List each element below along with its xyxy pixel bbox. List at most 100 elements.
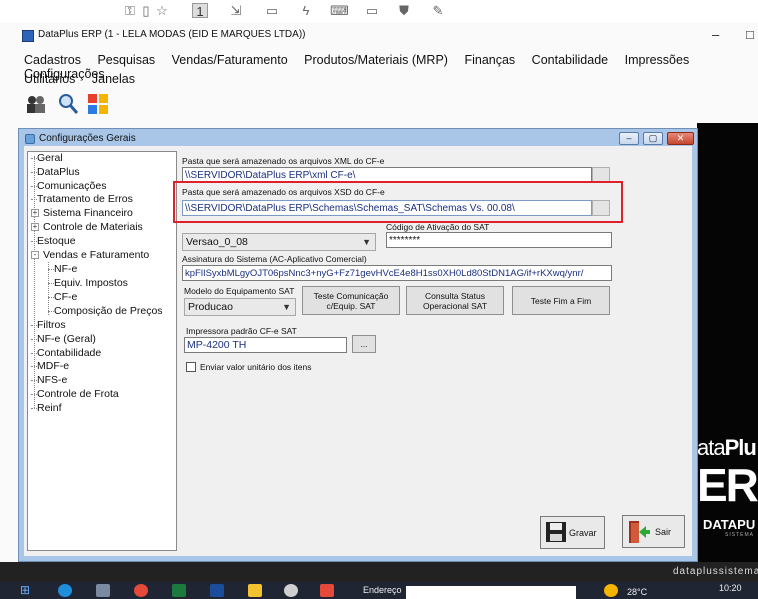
menu-vendas-faturamento[interactable]: Vendas/Faturamento (172, 53, 288, 67)
activation-code-label: Código de Ativação do SAT (386, 222, 490, 232)
versao-select-value: Versao_0_08 (186, 236, 248, 248)
save-button[interactable]: Gravar (540, 516, 605, 549)
excel-icon[interactable] (172, 584, 186, 597)
lock-icon[interactable]: ⚿ (122, 3, 138, 18)
minimize-button[interactable]: – (712, 27, 719, 42)
menu-contabilidade[interactable]: Contabilidade (532, 53, 608, 67)
maximize-button[interactable]: □ (746, 27, 754, 42)
windows-start-icon[interactable]: ⊞ (20, 584, 34, 597)
signature-input[interactable]: kpFlISyxbMLgyOJT06psNnc3+nyG+Fz71gevHVcE… (182, 265, 612, 281)
dialog-title: Configurações Gerais (39, 133, 136, 144)
tree-item-sistema-financeiro[interactable]: Sistema Financeiro (43, 207, 133, 220)
display-icon[interactable]: ▭ (364, 3, 380, 18)
expand-vendas-faturamento[interactable]: - (31, 251, 39, 259)
printer-input[interactable]: MP-4200 TH (184, 337, 347, 353)
exit-button[interactable]: Sair (622, 515, 685, 548)
expand-sistema-financeiro[interactable]: + (31, 209, 39, 217)
chat-icon[interactable]: ▭ (264, 3, 280, 18)
windows-grid-icon[interactable] (86, 92, 110, 116)
title-bar: DataPlus ERP (1 - LELA MODAS (EID E MARQ… (0, 27, 758, 45)
dialog-minimize-button[interactable]: – (619, 132, 639, 145)
tree-item-geral[interactable]: Geral (31, 152, 63, 165)
folder-icon[interactable] (248, 584, 262, 597)
tree-item-nfe-geral[interactable]: NF-e (Geral) (31, 333, 96, 346)
tree-item-comunicacoes[interactable]: Comunicações (31, 180, 106, 193)
dialog-close-button[interactable]: ✕ (667, 132, 694, 145)
brand-text-line4: SISTEMA (725, 532, 754, 538)
house-icon[interactable] (320, 584, 334, 597)
shield-icon[interactable]: ⛊ (396, 3, 412, 18)
versao-select[interactable]: Versao_0_08 ▼ (182, 233, 376, 251)
menu-pesquisas[interactable]: Pesquisas (97, 53, 155, 67)
dataplus-taskbar-icon[interactable] (284, 584, 298, 597)
users-icon[interactable] (24, 92, 48, 116)
menu-bar-row2: Utilitários Janelas (24, 72, 148, 86)
tree-item-dataplus[interactable]: DataPlus (31, 166, 80, 179)
chrome-icon[interactable] (134, 584, 148, 597)
tree-item-estoque[interactable]: Estoque (31, 235, 76, 248)
tree-item-nfe[interactable]: NF-e (48, 263, 77, 276)
app-icon[interactable] (210, 584, 224, 597)
clock-text: 10:20 (719, 583, 742, 593)
tree-item-filtros[interactable]: Filtros (31, 319, 66, 332)
login-icon[interactable]: ⇲ (228, 3, 244, 18)
expand-controle-materiais[interactable]: + (31, 223, 39, 231)
model-select[interactable]: Producao ▼ (184, 298, 296, 316)
address-toolbar-label: Endereço (363, 585, 402, 595)
status-query-button[interactable]: Consulta Status Operacional SAT (406, 286, 504, 315)
chevron-down-icon: ▼ (362, 237, 371, 247)
monitor-one-icon[interactable]: 1 (192, 3, 208, 19)
tree-item-controle-materiais[interactable]: Controle de Materiais (43, 221, 143, 234)
menu-utilitarios[interactable]: Utilitários (24, 72, 75, 86)
tree-item-tratamento-erros[interactable]: Tratamento de Erros (31, 193, 133, 206)
printer-browse-button[interactable]: ... (352, 335, 376, 353)
brand-text-line2: ERI (697, 459, 758, 511)
save-button-label: Gravar (569, 528, 597, 538)
menu-janelas[interactable]: Janelas (92, 72, 135, 86)
tree-item-equiv-impostos[interactable]: Equiv. Impostos (48, 277, 128, 290)
tree-item-vendas-faturamento[interactable]: Vendas e Faturamento (43, 249, 149, 262)
calculator-icon[interactable] (96, 584, 110, 597)
test-communication-button[interactable]: Teste Comunicação c/Equip. SAT (302, 286, 400, 315)
chevron-down-icon: ▼ (282, 302, 291, 312)
dialog-restore-button[interactable]: ▢ (643, 132, 663, 145)
signature-label: Assinatura do Sistema (AC-Aplicativo Com… (182, 254, 367, 264)
exit-door-icon (629, 521, 650, 543)
keyboard-icon[interactable]: ⌨ (330, 3, 349, 18)
tree-item-contabilidade[interactable]: Contabilidade (31, 347, 101, 360)
unit-value-checkbox[interactable] (186, 362, 196, 372)
bottom-band (0, 562, 758, 582)
star-icon[interactable]: ☆ (154, 3, 170, 18)
temperature-text: 28°C (627, 587, 648, 597)
unit-value-checkbox-label: Enviar valor unitário dos itens (200, 362, 312, 372)
highlight-box (173, 181, 623, 223)
settings-tree[interactable]: Geral DataPlus Comunicações Tratamento d… (27, 151, 177, 551)
dialog-icon (25, 134, 35, 144)
edge-browser-icon[interactable] (58, 584, 72, 597)
tree-item-composicao-precos[interactable]: Composição de Preços (48, 305, 163, 318)
menu-cadastros[interactable]: Cadastros (24, 53, 81, 67)
tree-item-mdfe[interactable]: MDF-e (31, 360, 69, 373)
app-icon (22, 30, 34, 42)
tree-item-cfe[interactable]: CF-e (48, 291, 77, 304)
menu-produtos-materiais[interactable]: Produtos/Materiais (MRP) (304, 53, 448, 67)
config-dialog: Configurações Gerais – ▢ ✕ Geral DataPlu… (18, 128, 698, 562)
lightning-icon[interactable]: ϟ (298, 3, 314, 18)
address-input[interactable] (406, 586, 576, 599)
search-icon[interactable] (56, 92, 80, 116)
model-select-value: Producao (188, 301, 233, 313)
tree-item-reinf[interactable]: Reinf (31, 402, 62, 415)
remote-toolbar: ⚿ ▯ ☆ 1 ⇲ ▭ ϟ ⌨ ▭ ⛊ ✎ (0, 0, 758, 22)
activation-code-input[interactable]: ******** (386, 232, 612, 248)
menu-impressoes[interactable]: Impressões (625, 53, 690, 67)
pen-icon[interactable]: ✎ (430, 3, 446, 18)
end-to-end-test-button[interactable]: Teste Fim a Fim (512, 286, 610, 315)
document-icon[interactable]: ▯ (138, 3, 154, 18)
weather-icon (604, 584, 618, 597)
dialog-body: Geral DataPlus Comunicações Tratamento d… (24, 146, 692, 556)
model-label: Modelo do Equipamento SAT (184, 286, 295, 296)
tree-item-nfse[interactable]: NFS-e (31, 374, 67, 387)
tree-item-controle-frota[interactable]: Controle de Frota (31, 388, 119, 401)
menu-financas[interactable]: Finanças (464, 53, 515, 67)
brand-url: dataplussistema (673, 566, 758, 577)
